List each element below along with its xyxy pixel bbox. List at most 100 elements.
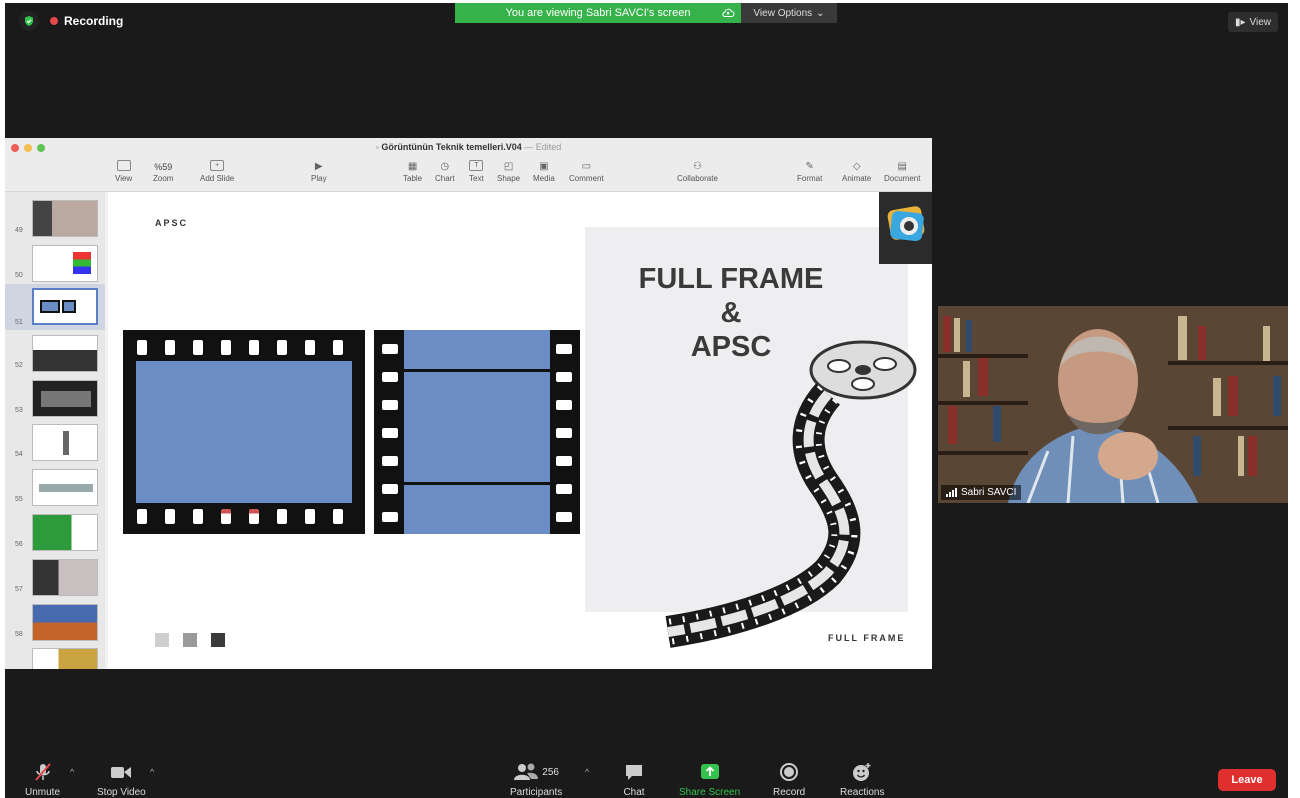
security-shield-icon[interactable] [19, 11, 39, 31]
apsc-frame [404, 330, 550, 369]
view-options-dropdown[interactable]: View Options ⌄ [741, 3, 837, 23]
slide-number: 52 [15, 362, 23, 369]
slide-thumbnail [32, 380, 98, 417]
add-slide-icon: + [210, 160, 225, 171]
toolbar-collaborate: ⚇ Collaborate [677, 160, 718, 183]
slide-number: 50 [15, 272, 23, 279]
slide-thumbnail-row: 57 [5, 555, 105, 597]
toolbar-format-label: Format [797, 174, 823, 183]
toolbar-shape-label: Shape [497, 174, 521, 183]
toolbar-format: ✎ Format [797, 160, 822, 183]
record-button[interactable]: Record [773, 761, 805, 798]
slide-thumbnail [32, 514, 98, 551]
participants-count: 256 [542, 766, 559, 778]
stop-video-button[interactable]: Stop Video [97, 761, 146, 798]
slide-thumbnail [32, 288, 98, 325]
full-frame-caption: FULL FRAME [828, 633, 906, 643]
media-icon: ▣ [539, 161, 549, 172]
keynote-toolbar: View %59 Zoom + Add Slide ▶ Play ▦ Table… [5, 156, 932, 192]
cloud-sync-icon[interactable] [721, 6, 735, 20]
unmute-button[interactable]: Unmute [25, 761, 60, 798]
toolbar-media-label: Media [533, 174, 555, 183]
reactions-label: Reactions [840, 787, 885, 798]
camera-app-icon [879, 192, 932, 264]
slide-thumbnail [32, 424, 98, 461]
toolbar-comment: ▭ Comment [569, 160, 604, 183]
toolbar-animate: ◇ Animate [842, 160, 871, 183]
zoom-value: %59 [154, 162, 173, 172]
video-options-caret-icon[interactable]: ^ [150, 767, 154, 777]
recording-dot-icon [50, 17, 58, 25]
smiley-reaction-icon [851, 761, 873, 783]
slide-number: 56 [15, 541, 23, 548]
slide-canvas: APSC FULL FRAME & APSC FULL FRAME [108, 192, 932, 669]
window-controls [11, 144, 45, 152]
format-brush-icon: ✎ [805, 161, 814, 172]
shared-screen: ▫ Görüntünün Teknik temelleri.V04 — Edit… [5, 138, 932, 669]
view-button[interactable]: ▮▸ View [1228, 12, 1278, 32]
slide-thumbnail [32, 648, 98, 669]
apsc-frame [404, 372, 550, 482]
slide-number: 54 [15, 451, 23, 458]
maximize-window-icon [37, 144, 45, 152]
slide-number: 57 [15, 586, 23, 593]
toolbar-media: ▣ Media [533, 160, 555, 183]
slide-number: 55 [15, 496, 23, 503]
slide-thumbnail [32, 335, 98, 372]
toolbar-chart-label: Chart [435, 174, 455, 183]
animate-icon: ◇ [852, 161, 861, 172]
text-box-icon: T [469, 160, 484, 171]
slide-number: 58 [15, 631, 23, 638]
recording-label: Recording [64, 14, 124, 28]
slide-thumbnail [32, 604, 98, 641]
participants-options-caret-icon[interactable]: ^ [585, 767, 589, 777]
sidebar-view-icon [116, 160, 131, 171]
film-reel-illustration [665, 340, 917, 648]
participants-icon: 256 [513, 761, 559, 783]
slide-thumbnail-row [5, 644, 105, 669]
document-title: Görüntünün Teknik temelleri.V04 [381, 142, 522, 152]
toolbar-collaborate-label: Collaborate [677, 174, 718, 183]
comment-icon: ▭ [581, 161, 592, 172]
document-panel-icon: ▤ [897, 161, 907, 172]
participants-button[interactable]: 256 Participants [510, 761, 562, 798]
slide-thumbnail [32, 200, 98, 237]
view-label: View [1249, 16, 1272, 28]
table-icon: ▦ [407, 161, 418, 172]
color-swatch-light [155, 633, 169, 647]
toolbar-table-label: Table [403, 174, 423, 183]
participant-video-tile[interactable]: Sabri SAVCI [938, 306, 1288, 503]
keynote-title-bar: ▫ Görüntünün Teknik temelleri.V04 — Edit… [5, 138, 932, 156]
recording-indicator[interactable]: Recording [50, 14, 123, 28]
banner-text: You are viewing Sabri SAVCI's screen [505, 7, 691, 19]
toolbar-text: T Text [469, 160, 484, 183]
chart-icon: ◷ [440, 161, 450, 172]
meeting-controls-bar: Unmute ^ Stop Video ^ 256 Participants ^… [5, 755, 1288, 798]
play-icon: ▶ [314, 161, 323, 172]
view-options-label: View Options [753, 7, 813, 19]
toolbar-chart: ◷ Chart [435, 160, 455, 183]
chat-button[interactable]: Chat [623, 761, 645, 798]
participant-name: Sabri SAVCI [961, 487, 1017, 498]
chat-label: Chat [623, 787, 645, 798]
reactions-button[interactable]: Reactions [840, 761, 884, 798]
toolbar-add-slide-label: Add Slide [200, 174, 235, 183]
toolbar-view: View [115, 160, 132, 183]
unmute-label: Unmute [25, 787, 61, 798]
slide-thumbnail-row: 56 [5, 510, 105, 552]
share-screen-button[interactable]: Share Screen [679, 761, 740, 798]
apsc-film-strip [374, 330, 580, 534]
slide-thumbnail-row: 58 [5, 600, 105, 642]
slide-thumbnail-row: 55 [5, 465, 105, 507]
view-layout-icon: ▮▸ [1234, 16, 1246, 28]
audio-options-caret-icon[interactable]: ^ [70, 767, 74, 777]
color-swatch-mid [183, 633, 197, 647]
toolbar-document-label: Document [884, 174, 921, 183]
collaborate-icon: ⚇ [692, 161, 702, 172]
share-screen-icon [699, 761, 721, 783]
participants-label: Participants [510, 787, 563, 798]
apsc-caption: APSC [155, 218, 189, 228]
toolbar-table: ▦ Table [403, 160, 422, 183]
toolbar-add-slide: + Add Slide [200, 160, 234, 183]
leave-button[interactable]: Leave [1218, 769, 1276, 791]
